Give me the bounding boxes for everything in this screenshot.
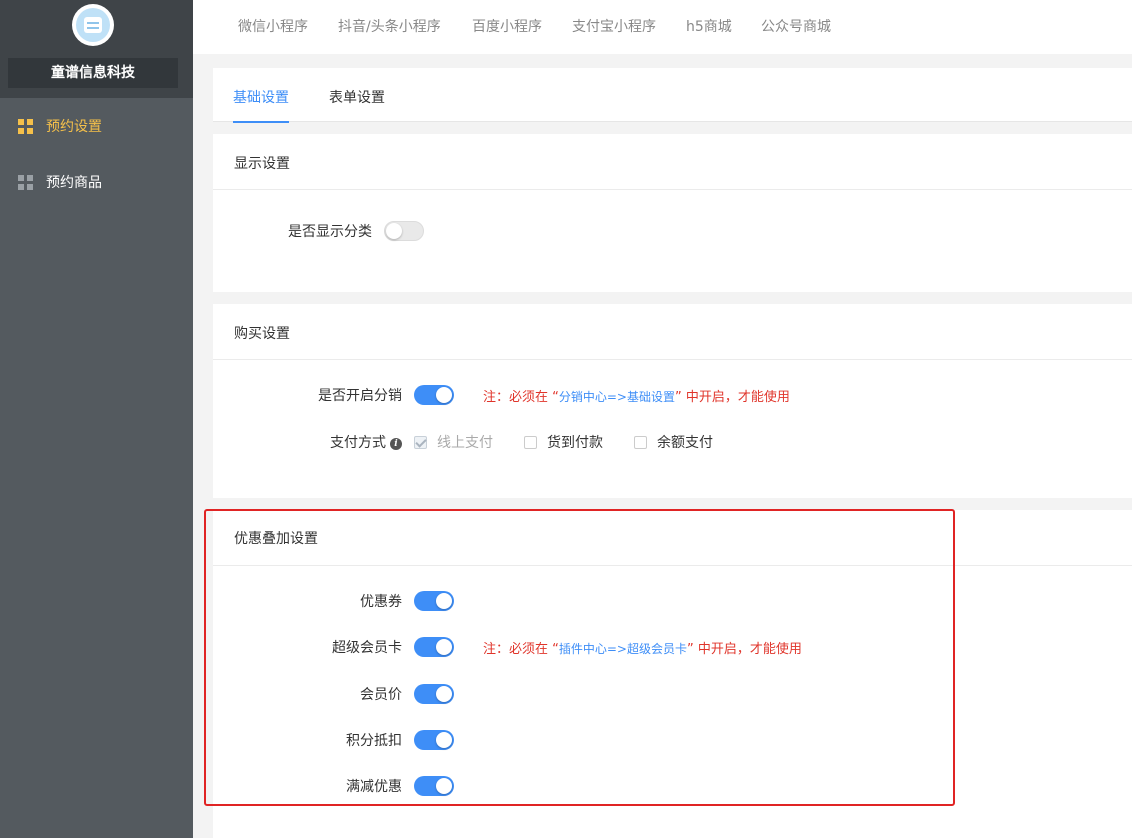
section-title: 购买设置 — [234, 326, 290, 342]
tab-wechat-miniprogram[interactable]: 微信小程序 — [238, 16, 308, 36]
super-vip-card-switch[interactable] — [414, 637, 454, 657]
tab-h5-mall[interactable]: h5商城 — [686, 16, 732, 36]
platform-tabs: 微信小程序 抖音/头条小程序 百度小程序 支付宝小程序 h5商城 公众号商城 — [193, 0, 1132, 54]
settings-subtabs: 基础设置 表单设置 — [213, 68, 1132, 123]
purchase-settings-card: 购买设置 是否开启分销 注：必须在 “分销中心=>基础设置” 中开启，才能使用 … — [213, 304, 1132, 498]
show-category-label: 是否显示分类 — [288, 224, 372, 240]
section-header: 优惠叠加设置 — [213, 510, 1132, 566]
sidebar-item-appointment-settings[interactable]: 预约设置 — [0, 98, 193, 154]
sidebar-item-label: 预约设置 — [46, 119, 102, 135]
company-logo — [72, 4, 114, 46]
section-title: 优惠叠加设置 — [234, 531, 318, 547]
sidebar-item-label: 预约商品 — [46, 175, 102, 191]
sidebar: 童谱信息科技 预约设置 预约商品 — [0, 0, 193, 838]
sidebar-item-appointment-products[interactable]: 预约商品 — [0, 154, 193, 210]
grid-icon — [18, 175, 33, 190]
member-price-switch[interactable] — [414, 684, 454, 704]
section-header: 显示设置 — [213, 134, 1132, 190]
coupon-label: 优惠券 — [360, 594, 402, 610]
tab-baidu-miniprogram[interactable]: 百度小程序 — [472, 16, 542, 36]
sidebar-header: 童谱信息科技 — [0, 0, 193, 98]
payment-online-checkbox[interactable]: 线上支付 — [414, 432, 493, 452]
tab-alipay-miniprogram[interactable]: 支付宝小程序 — [572, 16, 656, 36]
show-category-switch[interactable] — [384, 221, 424, 241]
logo-icon — [76, 8, 110, 42]
section-header: 购买设置 — [213, 304, 1132, 360]
points-deduction-label: 积分抵扣 — [346, 733, 402, 749]
tab-form-settings[interactable]: 表单设置 — [329, 87, 385, 107]
full-reduction-label: 满减优惠 — [346, 779, 402, 795]
tab-basic-settings[interactable]: 基础设置 — [233, 87, 289, 123]
full-reduction-switch[interactable] — [414, 776, 454, 796]
tab-douyin-miniprogram[interactable]: 抖音/头条小程序 — [338, 16, 441, 36]
super-vip-card-label: 超级会员卡 — [332, 640, 402, 656]
tab-official-account-mall[interactable]: 公众号商城 — [761, 16, 831, 36]
vip-note: 注：必须在 “插件中心=>超级会员卡” 中开启，才能使用 — [483, 642, 802, 657]
distribution-label: 是否开启分销 — [318, 388, 402, 404]
info-icon: i — [390, 438, 402, 450]
display-settings-card: 显示设置 是否显示分类 — [213, 134, 1132, 292]
section-title: 显示设置 — [234, 156, 290, 172]
discount-stacking-card: 优惠叠加设置 优惠券 超级会员卡 注：必须在 “插件中心=>超级会员卡” 中开启… — [213, 510, 1132, 838]
payment-cod-checkbox[interactable]: 货到付款 — [524, 432, 603, 452]
distribution-note: 注：必须在 “分销中心=>基础设置” 中开启，才能使用 — [483, 390, 790, 405]
member-price-label: 会员价 — [360, 687, 402, 703]
company-name: 童谱信息科技 — [8, 58, 178, 88]
points-deduction-switch[interactable] — [414, 730, 454, 750]
coupon-switch[interactable] — [414, 591, 454, 611]
grid-icon — [18, 119, 33, 134]
payment-balance-checkbox[interactable]: 余额支付 — [634, 432, 713, 452]
distribution-switch[interactable] — [414, 385, 454, 405]
payment-method-label: 支付方式 i — [330, 432, 402, 452]
